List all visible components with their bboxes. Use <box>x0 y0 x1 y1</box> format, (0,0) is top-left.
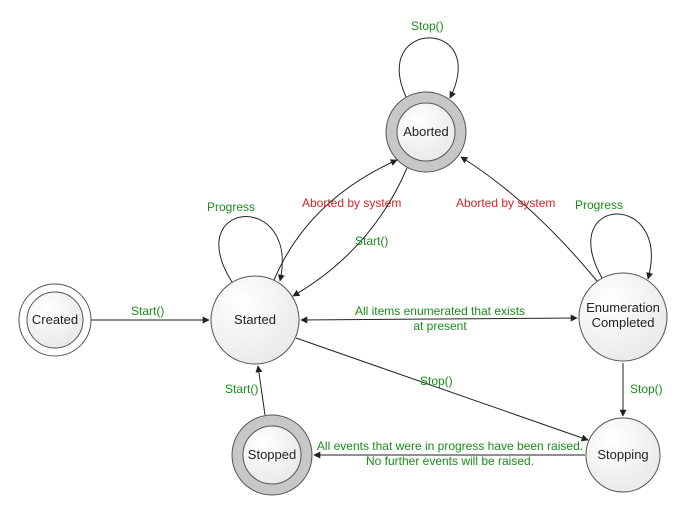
state-stopping-label: Stopping <box>597 447 648 462</box>
state-created-label: Created <box>32 312 78 327</box>
state-started: Started <box>211 276 299 364</box>
state-aborted: Aborted <box>386 92 466 172</box>
transition-label: Aborted by system <box>456 196 555 210</box>
transition-label: Start() <box>225 382 258 396</box>
transition-started-self: Progress <box>207 200 282 282</box>
transition-label: No further events will be raised. <box>366 454 534 468</box>
transition-stopped-started: Start() <box>225 366 265 415</box>
transition-started-aborted: Aborted by system <box>274 160 401 280</box>
transition-label: All events that were in progress have be… <box>317 439 583 453</box>
transition-aborted-self: Stop() <box>399 19 458 98</box>
transition-label: at present <box>413 319 467 333</box>
transition-created-started: Start() <box>91 304 209 320</box>
transition-enum-self: Progress <box>575 198 651 279</box>
state-enum-label-1: Enumeration <box>586 300 660 315</box>
transition-label: Stop() <box>420 374 453 388</box>
state-stopped-label: Stopped <box>248 447 296 462</box>
transition-label: Start() <box>355 234 388 248</box>
state-stopping: Stopping <box>586 418 660 492</box>
transition-label: Stop() <box>630 382 663 396</box>
state-aborted-label: Aborted <box>403 124 449 139</box>
transition-label: Stop() <box>411 19 444 33</box>
state-enum-label-2: Completed <box>592 315 655 330</box>
state-enumeration-completed: Enumeration Completed <box>579 273 667 361</box>
state-stopped: Stopped <box>232 415 312 495</box>
transition-aborted-started: Start() <box>293 168 407 296</box>
transition-label: Progress <box>207 200 255 214</box>
state-created: Created <box>19 284 91 356</box>
transition-started-stopping: Stop() <box>296 338 588 440</box>
transition-started-enum: All items enumerated that exists at pres… <box>301 304 577 333</box>
transition-enum-aborted: Aborted by system <box>456 157 597 281</box>
transition-enum-stopping: Stop() <box>623 363 663 416</box>
state-diagram: Created Started Aborted Enumeration Comp… <box>0 0 694 521</box>
transition-stopping-stopped: All events that were in progress have be… <box>314 439 585 468</box>
transition-label: All items enumerated that exists <box>355 304 525 318</box>
transition-label: Start() <box>131 304 164 318</box>
transition-label: Progress <box>575 198 623 212</box>
state-started-label: Started <box>234 312 276 327</box>
